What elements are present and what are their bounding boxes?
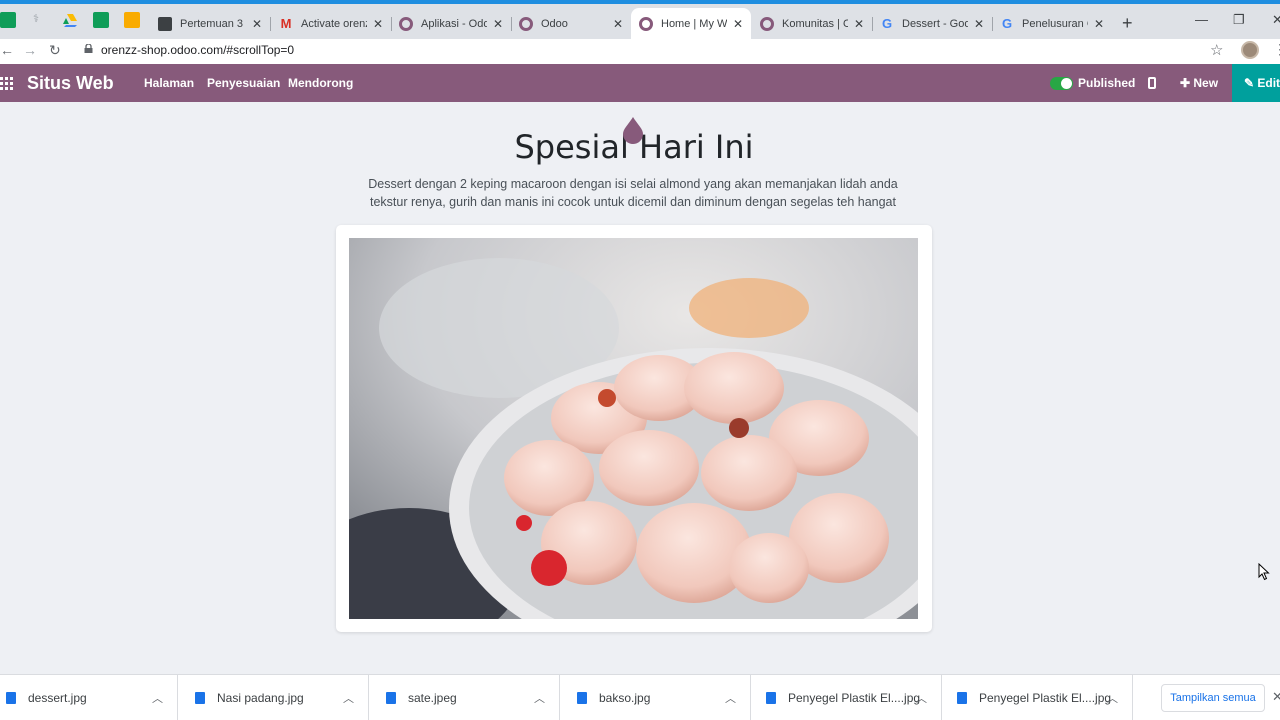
close-window-icon[interactable]: ✕ [1272, 12, 1280, 28]
tab-activate[interactable]: M Activate orenzz ✕ [271, 8, 391, 39]
download-filename: sate.jpeg [408, 691, 457, 705]
tab-label: Home | My Web [661, 17, 727, 30]
back-icon[interactable]: ← [0, 42, 14, 58]
chevron-up-icon[interactable]: ︿ [152, 690, 163, 706]
bookmark-icon[interactable]: ⚕ [33, 12, 49, 28]
download-filename: Nasi padang.jpg [217, 691, 304, 705]
apps-grid-icon[interactable] [0, 77, 13, 90]
new-label: New [1193, 76, 1219, 90]
gmail-icon: M [280, 16, 292, 31]
tab-label: Dessert - Goog [902, 17, 968, 30]
google-icon: G [881, 16, 893, 31]
slides-icon[interactable] [124, 12, 140, 28]
pencil-icon: ✎ [1244, 76, 1258, 90]
close-icon[interactable]: ✕ [974, 17, 984, 31]
download-item[interactable]: dessert.jpg ︿ [0, 675, 178, 720]
menu-mendorong[interactable]: Mendorong [288, 76, 353, 90]
image-file-icon [957, 692, 967, 704]
tab-label: Komunitas | Od [782, 17, 848, 30]
url-field[interactable]: orenzz-shop.odoo.com/#scrollTop=0 [101, 43, 294, 57]
close-icon[interactable]: ✕ [373, 17, 383, 31]
macaron-photo[interactable] [349, 238, 918, 619]
google-classroom-icon [158, 16, 172, 31]
chevron-up-icon[interactable]: ︿ [343, 690, 354, 706]
bookmark-star-icon[interactable]: ☆ [1210, 41, 1223, 59]
download-filename: Penyegel Plastik El....jpg [979, 691, 1112, 705]
tab-label: Odoo [541, 17, 568, 30]
minimize-icon[interactable]: — [1195, 12, 1208, 27]
download-item[interactable]: sate.jpeg ︿ [370, 675, 560, 720]
edit-button[interactable]: ✎ Edit [1232, 64, 1280, 102]
tab-penelusuran[interactable]: G Penelusuran Go ✕ [992, 8, 1112, 39]
new-tab-button[interactable]: + [1122, 13, 1133, 34]
tab-dessert[interactable]: G Dessert - Goog ✕ [872, 8, 992, 39]
drag-handle-icon[interactable] [622, 116, 644, 144]
tab-pertemuan[interactable]: Pertemuan 3 - E ✕ [150, 8, 270, 39]
image-file-icon [386, 692, 396, 704]
close-icon[interactable]: ✕ [613, 17, 623, 31]
description-line: tekstur renya, gurih dan manis ini cocok… [369, 195, 896, 209]
brand-title[interactable]: Situs Web [27, 73, 114, 94]
tab-home[interactable]: Home | My Web ✕ [631, 8, 751, 39]
download-filename: bakso.jpg [599, 691, 651, 705]
restore-icon[interactable]: ❐ [1233, 12, 1245, 28]
tab-odoo[interactable]: Odoo ✕ [511, 8, 631, 39]
download-item[interactable]: Nasi padang.jpg ︿ [179, 675, 369, 720]
address-toolbar: ← → ↻ orenzz-shop.odoo.com/#scrollTop=0 … [0, 39, 1280, 64]
chevron-up-icon[interactable]: ︿ [534, 690, 545, 706]
show-all-downloads-button[interactable]: Tampilkan semua [1161, 684, 1265, 712]
close-icon[interactable]: ✕ [252, 17, 262, 31]
image-file-icon [195, 692, 205, 704]
lock-icon[interactable] [84, 44, 93, 53]
odoo-icon [760, 16, 774, 31]
published-toggle[interactable] [1050, 77, 1073, 90]
image-file-icon [6, 692, 16, 704]
tab-aplikasi[interactable]: Aplikasi - Odoo ✕ [391, 8, 511, 39]
tab-komunitas[interactable]: Komunitas | Od ✕ [752, 8, 872, 39]
new-button[interactable]: ✚ New [1180, 76, 1218, 90]
odoo-icon [399, 16, 413, 31]
chevron-up-icon[interactable]: ︿ [725, 690, 736, 706]
close-icon[interactable]: ✕ [1272, 689, 1280, 705]
odoo-icon [639, 16, 653, 31]
chevron-up-icon[interactable]: ︿ [1107, 690, 1118, 706]
download-filename: dessert.jpg [28, 691, 87, 705]
menu-penyesuaian[interactable]: Penyesuaian [207, 76, 280, 90]
google-icon: G [1001, 16, 1013, 31]
edit-label: Edit [1257, 76, 1280, 90]
mobile-preview-icon[interactable] [1148, 77, 1156, 89]
odoo-navbar: Situs Web Halaman Penyesuaian Mendorong … [0, 64, 1280, 102]
published-label[interactable]: Published [1078, 76, 1135, 90]
download-filename: Penyegel Plastik El....jpg [788, 691, 921, 705]
tab-label: Activate orenzz [301, 17, 367, 30]
close-icon[interactable]: ✕ [733, 17, 743, 31]
close-icon[interactable]: ✕ [493, 17, 503, 31]
browser-tab-strip: ⚕ Pertemuan 3 - E ✕ M Activate orenzz ✕ … [0, 0, 1280, 39]
image-file-icon [766, 692, 776, 704]
mouse-cursor-icon [1258, 563, 1270, 581]
reload-icon[interactable]: ↻ [49, 42, 61, 59]
page-description: Dessert dengan 2 keping macaroon dengan … [320, 175, 946, 211]
drive-icon[interactable] [62, 12, 78, 28]
more-menu-icon[interactable]: ⋮ [1273, 41, 1280, 58]
sheets-icon[interactable] [93, 12, 109, 28]
plus-icon: ✚ [1180, 76, 1194, 90]
close-icon[interactable]: ✕ [1094, 17, 1104, 31]
downloads-bar: dessert.jpg ︿ Nasi padang.jpg ︿ sate.jpe… [0, 674, 1280, 720]
tab-label: Penelusuran Go [1022, 17, 1088, 30]
sheets-icon[interactable] [0, 12, 16, 28]
close-icon[interactable]: ✕ [854, 17, 864, 31]
image-file-icon [577, 692, 587, 704]
profile-avatar[interactable] [1241, 41, 1259, 59]
tab-label: Aplikasi - Odoo [421, 17, 487, 30]
forward-icon[interactable]: → [23, 42, 37, 58]
menu-halaman[interactable]: Halaman [144, 76, 194, 90]
chevron-up-icon[interactable]: ︿ [916, 690, 927, 706]
download-item[interactable]: bakso.jpg ︿ [561, 675, 751, 720]
tab-label: Pertemuan 3 - E [180, 17, 246, 30]
odoo-icon [519, 16, 533, 31]
download-item[interactable]: Penyegel Plastik El....jpg ︿ [943, 675, 1133, 720]
download-item[interactable]: Penyegel Plastik El....jpg ︿ [752, 675, 942, 720]
description-line: Dessert dengan 2 keping macaroon dengan … [368, 177, 898, 191]
